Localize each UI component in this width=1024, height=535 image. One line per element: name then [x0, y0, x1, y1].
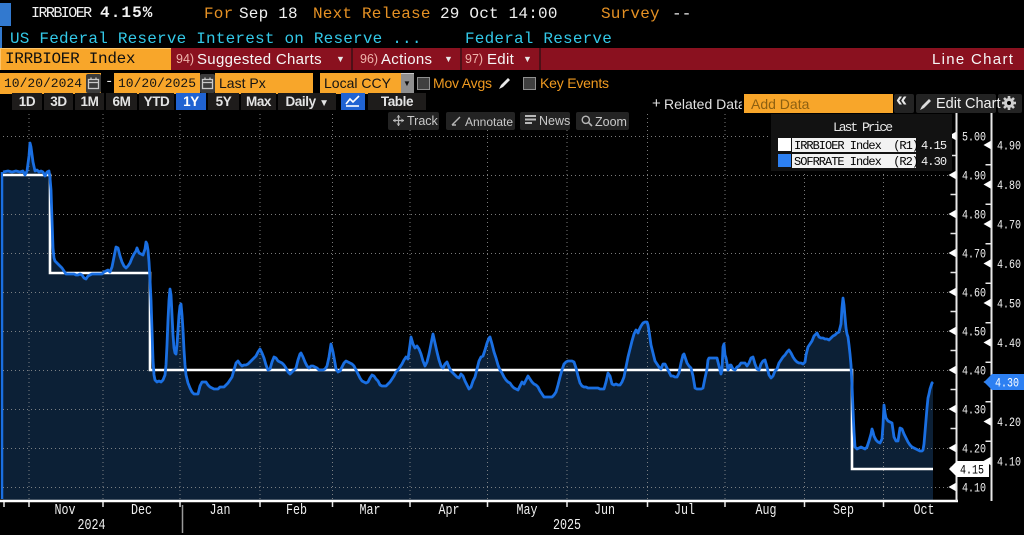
svg-text:4.10: 4.10 [962, 481, 986, 496]
svg-text:4.10: 4.10 [997, 455, 1021, 470]
svg-text:4.70: 4.70 [997, 218, 1021, 233]
svg-text:4.80: 4.80 [962, 208, 986, 223]
svg-text:4.40: 4.40 [997, 336, 1021, 351]
svg-text:Feb: Feb [286, 502, 307, 519]
svg-text:4.90: 4.90 [997, 139, 1021, 154]
svg-text:4.80: 4.80 [997, 178, 1021, 193]
svg-text:Apr: Apr [439, 502, 460, 519]
svg-text:Nov: Nov [55, 502, 76, 519]
svg-text:4.50: 4.50 [997, 297, 1021, 312]
svg-text:Sep: Sep [833, 502, 854, 519]
svg-text:2024: 2024 [78, 517, 106, 534]
svg-text:4.90: 4.90 [962, 169, 986, 184]
svg-text:Aug: Aug [756, 502, 777, 519]
svg-text:Jun: Jun [594, 502, 615, 519]
svg-text:Jan: Jan [210, 502, 231, 519]
svg-text:4.70: 4.70 [962, 247, 986, 262]
svg-text:4.30: 4.30 [962, 403, 986, 418]
svg-text:4.40: 4.40 [962, 364, 986, 379]
svg-text:May: May [517, 502, 538, 519]
svg-text:Jul: Jul [674, 502, 695, 519]
svg-text:Oct: Oct [914, 502, 935, 519]
svg-text:4.20: 4.20 [997, 415, 1021, 430]
svg-text:Mar: Mar [360, 502, 381, 519]
svg-text:5.00: 5.00 [962, 130, 986, 145]
svg-text:2025: 2025 [553, 517, 581, 534]
svg-text:4.20: 4.20 [962, 442, 986, 457]
svg-text:4.15: 4.15 [960, 463, 984, 478]
svg-text:4.60: 4.60 [962, 286, 986, 301]
svg-text:4.60: 4.60 [997, 257, 1021, 272]
svg-text:4.50: 4.50 [962, 325, 986, 340]
svg-text:Dec: Dec [131, 502, 152, 519]
svg-text:4.30: 4.30 [995, 376, 1019, 391]
